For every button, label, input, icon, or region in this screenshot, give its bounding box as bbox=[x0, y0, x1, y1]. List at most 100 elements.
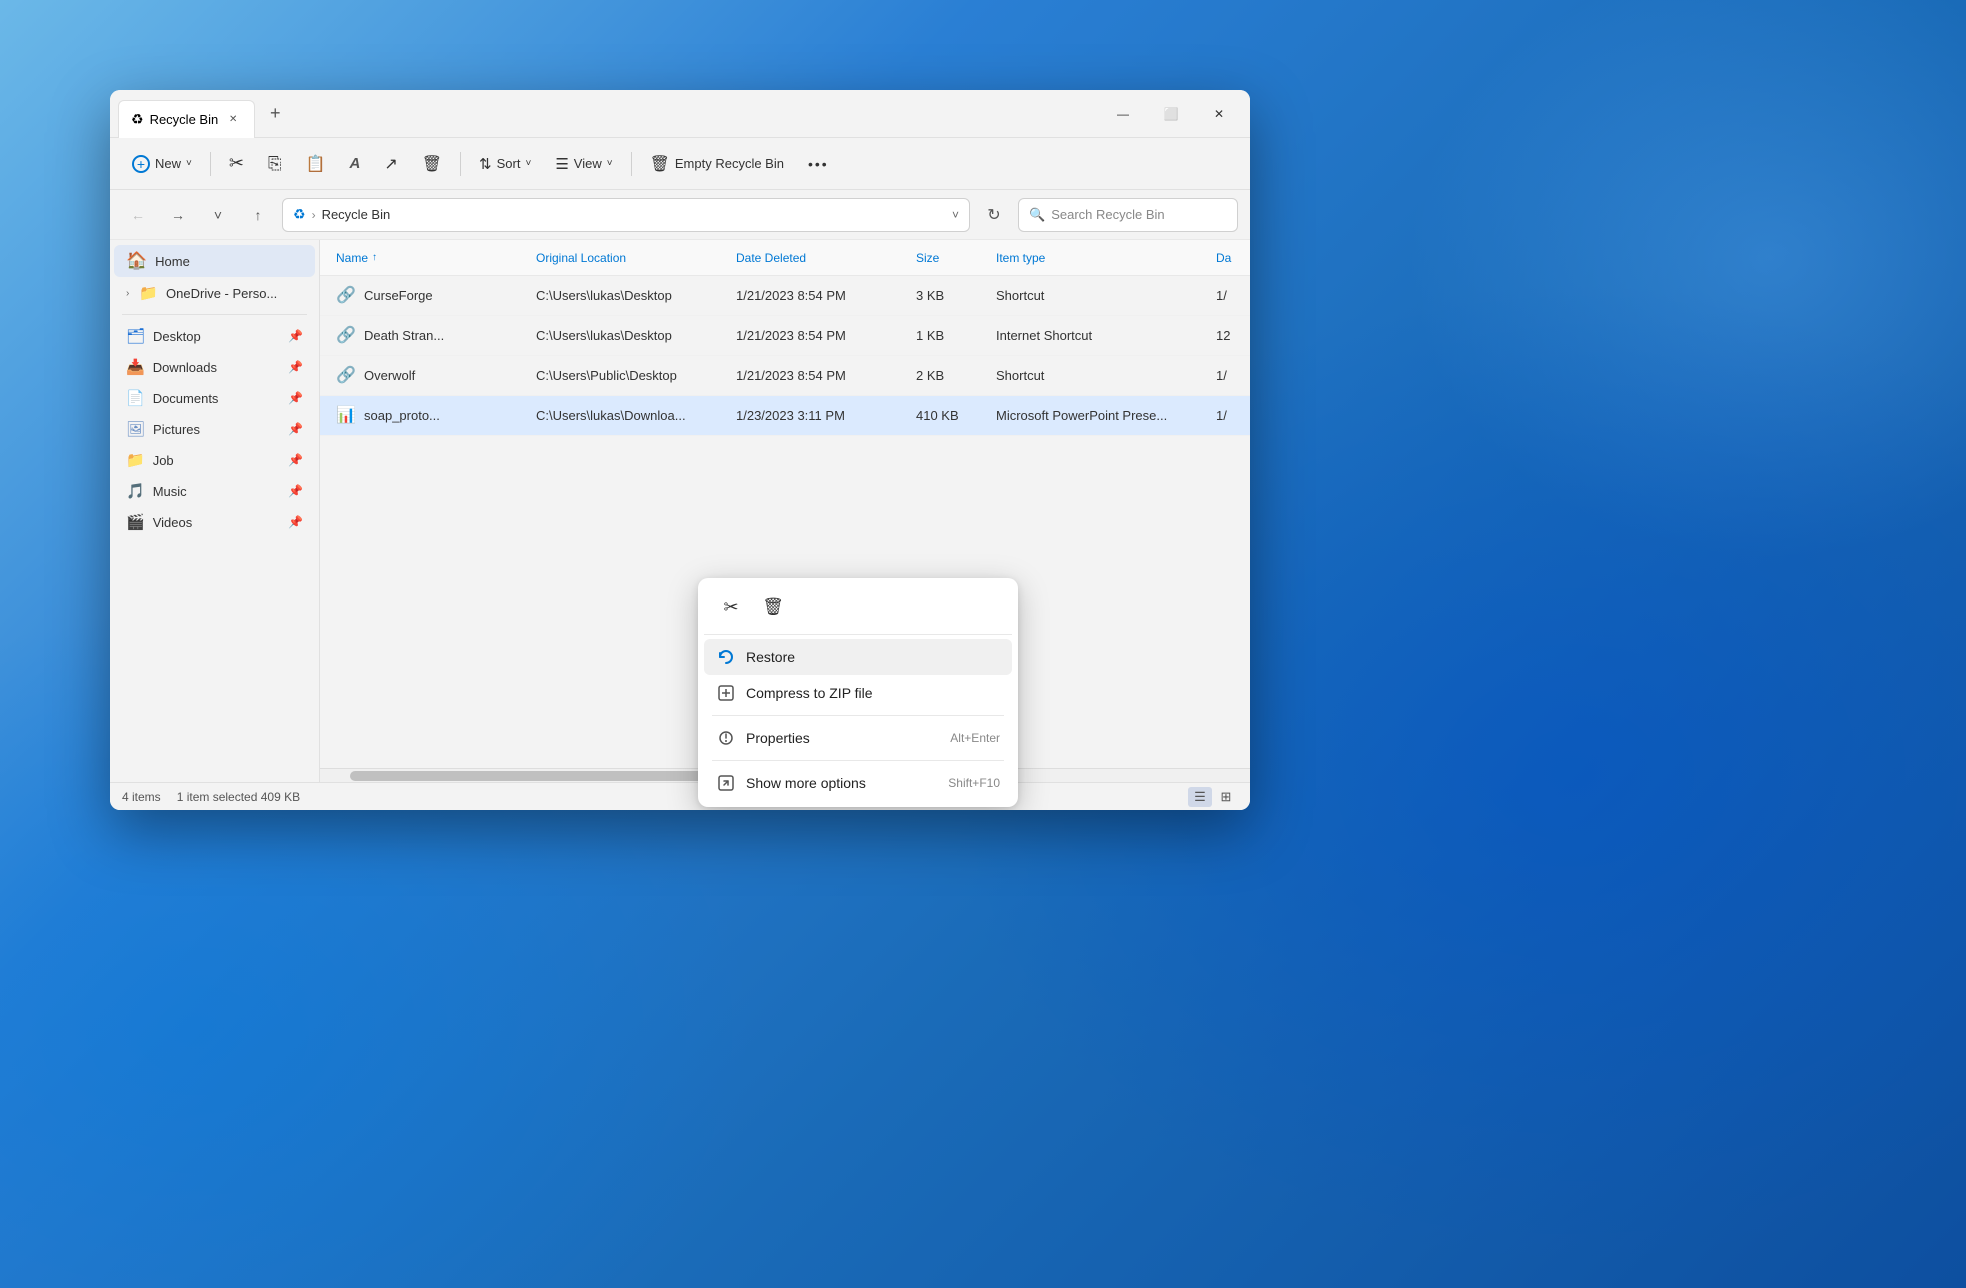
more-options-icon: ••• bbox=[808, 156, 829, 172]
close-tab-icon: ✕ bbox=[229, 114, 237, 125]
up-icon: ↑ bbox=[255, 207, 262, 223]
death-stranding-type: Internet Shortcut bbox=[996, 328, 1092, 343]
ctx-more-options-label: Show more options bbox=[746, 775, 938, 791]
sidebar-desktop-label: Desktop bbox=[153, 329, 201, 344]
copy-button[interactable]: ⎘ bbox=[258, 148, 292, 180]
delete-icon: 🗑 bbox=[422, 154, 442, 174]
sort-chevron-icon: ˅ bbox=[525, 158, 531, 169]
overwolf-da: 1/ bbox=[1216, 368, 1227, 383]
pin-music-icon: 📌 bbox=[288, 484, 303, 498]
cut-button[interactable]: ✂ bbox=[219, 147, 254, 180]
documents-icon: 📄 bbox=[126, 389, 145, 407]
delete-button[interactable]: 🗑 bbox=[412, 148, 452, 180]
share-icon: ↗ bbox=[384, 154, 397, 174]
column-item-type[interactable]: Item type bbox=[996, 251, 1216, 265]
sidebar-item-music[interactable]: 🎵 Music 📌 bbox=[114, 476, 315, 506]
ctx-more-options-shortcut: Shift+F10 bbox=[948, 776, 1000, 790]
soap-proto-name: soap_proto... bbox=[364, 408, 440, 423]
selected-info-label: 1 item selected 409 KB bbox=[177, 790, 300, 804]
sidebar-item-job[interactable]: 📁 Job 📌 bbox=[114, 445, 315, 475]
ctx-restore-item[interactable]: Restore bbox=[704, 639, 1012, 675]
search-box[interactable]: 🔍 Search Recycle Bin bbox=[1018, 198, 1238, 232]
ctx-delete-icon: 🗑 bbox=[762, 597, 784, 617]
file-row-soap-proto[interactable]: 📊 soap_proto... C:\Users\lukas\Downloa..… bbox=[320, 396, 1250, 436]
paste-icon: 📋 bbox=[306, 154, 326, 174]
sidebar-item-downloads[interactable]: 📥 Downloads 📌 bbox=[114, 352, 315, 382]
sidebar-item-desktop[interactable]: 🗂 Desktop 📌 bbox=[114, 321, 315, 351]
sidebar-documents-label: Documents bbox=[153, 391, 219, 406]
job-icon: 📁 bbox=[126, 451, 145, 469]
soap-proto-icon: 📊 bbox=[336, 405, 358, 427]
file-row-overwolf[interactable]: 🔗 Overwolf C:\Users\Public\Desktop 1/21/… bbox=[320, 356, 1250, 396]
sidebar-item-videos[interactable]: 🎬 Videos 📌 bbox=[114, 507, 315, 537]
close-tab-button[interactable]: ✕ bbox=[224, 110, 242, 128]
up-button[interactable]: ↑ bbox=[242, 199, 274, 231]
death-stranding-icon: 🔗 bbox=[336, 325, 358, 347]
ctx-more-options-item[interactable]: Show more options Shift+F10 bbox=[704, 765, 1012, 801]
file-row-curseforge[interactable]: 🔗 CurseForge C:\Users\lukas\Desktop 1/21… bbox=[320, 276, 1250, 316]
share-button[interactable]: ↗ bbox=[374, 148, 407, 180]
sidebar-item-home[interactable]: 🏠 Home bbox=[114, 245, 315, 277]
ctx-properties-item[interactable]: Properties Alt+Enter bbox=[704, 720, 1012, 756]
death-stranding-name: Death Stran... bbox=[364, 328, 444, 343]
sort-button[interactable]: ⇅ Sort ˅ bbox=[469, 149, 541, 179]
view-chevron-icon: ˅ bbox=[607, 158, 613, 169]
ctx-cut-button[interactable]: ✂ bbox=[712, 588, 750, 626]
soap-proto-location: C:\Users\lukas\Downloa... bbox=[536, 408, 686, 423]
scrollbar-thumb[interactable] bbox=[350, 771, 750, 781]
grid-view-button[interactable]: ⊞ bbox=[1214, 787, 1238, 807]
address-expand-icon[interactable]: ˅ bbox=[952, 208, 959, 222]
items-count-label: 4 items bbox=[122, 790, 161, 804]
new-button[interactable]: + New ˅ bbox=[122, 149, 202, 179]
back-button[interactable]: ← bbox=[122, 199, 154, 231]
maximize-icon: ⬜ bbox=[1164, 107, 1179, 121]
file-row-death-stranding[interactable]: 🔗 Death Stran... C:\Users\lukas\Desktop … bbox=[320, 316, 1250, 356]
column-size[interactable]: Size bbox=[916, 251, 996, 265]
window-close-icon: ✕ bbox=[1214, 107, 1224, 121]
column-date-partial[interactable]: Da bbox=[1216, 251, 1234, 265]
curseforge-da: 1/ bbox=[1216, 288, 1227, 303]
cut-icon: ✂ bbox=[229, 153, 244, 174]
new-tab-button[interactable]: + bbox=[259, 98, 291, 130]
column-orig-label: Original Location bbox=[536, 251, 626, 265]
expand-nav-button[interactable]: ˅ bbox=[202, 199, 234, 231]
overwolf-location: C:\Users\Public\Desktop bbox=[536, 368, 677, 383]
window-close-button[interactable]: ✕ bbox=[1196, 98, 1242, 130]
forward-button[interactable]: → bbox=[162, 199, 194, 231]
ctx-compress-item[interactable]: Compress to ZIP file bbox=[704, 675, 1012, 711]
overwolf-icon: 🔗 bbox=[336, 365, 358, 387]
overwolf-size: 2 KB bbox=[916, 368, 944, 383]
sidebar-item-documents[interactable]: 📄 Documents 📌 bbox=[114, 383, 315, 413]
column-original-location[interactable]: Original Location bbox=[536, 251, 736, 265]
ctx-divider-2 bbox=[712, 760, 1004, 761]
view-button[interactable]: ☰ View ˅ bbox=[545, 149, 622, 179]
list-view-button[interactable]: ☰ bbox=[1188, 787, 1212, 807]
refresh-button[interactable]: ↻ bbox=[978, 199, 1010, 231]
maximize-button[interactable]: ⬜ bbox=[1148, 98, 1194, 130]
ctx-delete-button[interactable]: 🗑 bbox=[754, 588, 792, 626]
paste-button[interactable]: 📋 bbox=[296, 148, 336, 180]
recycle-bin-tab[interactable]: ♻ Recycle Bin ✕ bbox=[118, 100, 255, 138]
address-bar[interactable]: ♻ › Recycle Bin ˅ bbox=[282, 198, 970, 232]
pin-pictures-icon: 📌 bbox=[288, 422, 303, 436]
curseforge-size: 3 KB bbox=[916, 288, 944, 303]
title-bar: ♻ Recycle Bin ✕ + — ⬜ ✕ bbox=[110, 90, 1250, 138]
address-chevron-icon: › bbox=[312, 208, 316, 222]
rename-button[interactable]: A bbox=[339, 149, 370, 178]
column-date-deleted[interactable]: Date Deleted bbox=[736, 251, 916, 265]
soap-proto-type: Microsoft PowerPoint Prese... bbox=[996, 408, 1167, 423]
empty-recycle-bin-label: Empty Recycle Bin bbox=[675, 156, 784, 171]
tab-area: ♻ Recycle Bin ✕ + bbox=[118, 90, 1100, 137]
column-name[interactable]: Name ↑ bbox=[336, 251, 536, 265]
address-bar-row: ← → ˅ ↑ ♻ › Recycle Bin ˅ ↻ 🔍 Search Rec… bbox=[110, 190, 1250, 240]
soap-proto-da: 1/ bbox=[1216, 408, 1227, 423]
more-options-button[interactable]: ••• bbox=[798, 150, 839, 178]
empty-bin-icon: 🗑 bbox=[650, 154, 670, 174]
empty-recycle-bin-button[interactable]: 🗑 Empty Recycle Bin bbox=[640, 148, 794, 180]
address-recycle-icon: ♻ bbox=[293, 206, 306, 223]
sort-arrows-icon: ⇅ bbox=[479, 155, 492, 173]
sidebar-item-onedrive[interactable]: › 📁 OneDrive - Perso... bbox=[114, 278, 315, 308]
minimize-button[interactable]: — bbox=[1100, 98, 1146, 130]
status-bar: 4 items 1 item selected 409 KB ☰ ⊞ bbox=[110, 782, 1250, 810]
sidebar-item-pictures[interactable]: 🖼 Pictures 📌 bbox=[114, 414, 315, 444]
